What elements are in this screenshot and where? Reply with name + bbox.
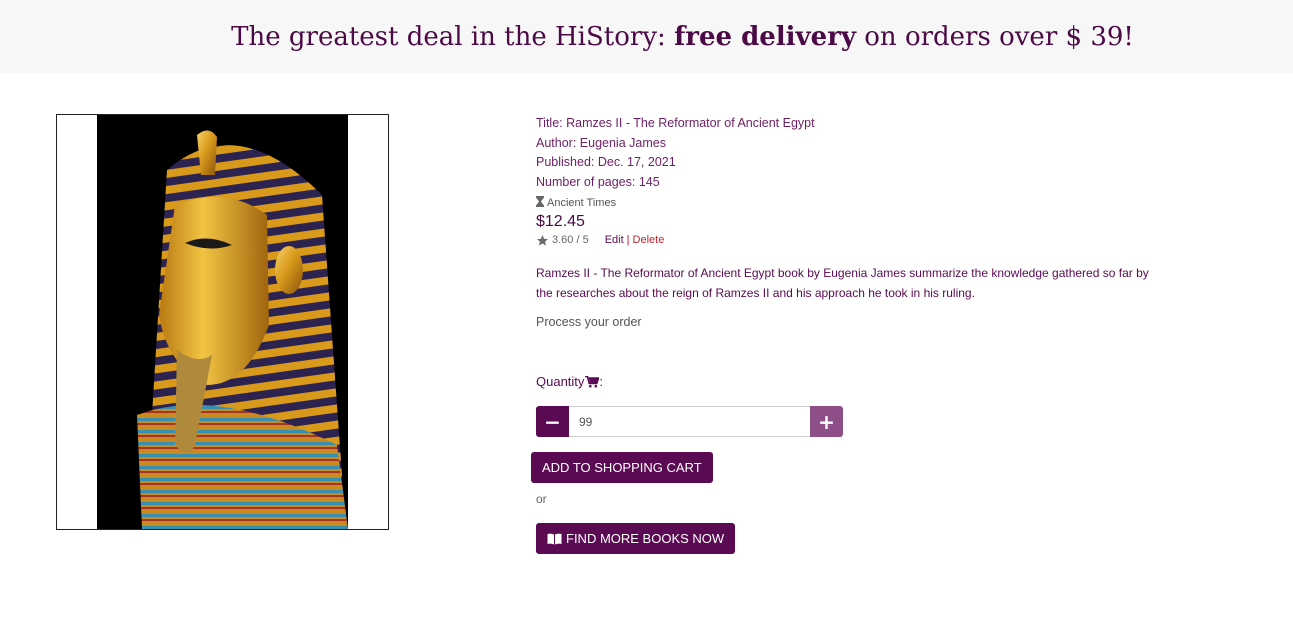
open-book-icon (547, 533, 562, 545)
quantity-label-suffix: : (599, 374, 604, 389)
increase-quantity-button[interactable]: + (810, 406, 843, 437)
shopping-cart-icon (585, 375, 600, 388)
promo-text-before: The greatest deal in the HiStory: (231, 21, 675, 52)
or-separator: or (536, 492, 547, 506)
book-cover-image (97, 115, 348, 529)
book-title: Title: Ramzes II - The Reformator of Anc… (536, 116, 815, 130)
book-pages: Number of pages: 145 (536, 174, 660, 189)
promo-banner-text: The greatest deal in the HiStory: free d… (159, 22, 1134, 52)
hourglass-icon (536, 196, 544, 210)
find-more-books-button[interactable]: FIND MORE BOOKS NOW (536, 523, 736, 554)
book-category[interactable]: Ancient Times (536, 195, 1176, 211)
promo-banner: The greatest deal in the HiStory: free d… (0, 0, 1293, 73)
find-more-books-label: FIND MORE BOOKS NOW (566, 531, 725, 546)
star-icon (536, 234, 549, 247)
promo-text-bold: free delivery (674, 21, 857, 52)
decrease-quantity-button[interactable]: − (536, 406, 569, 437)
book-cover-frame (56, 114, 389, 530)
book-author: Author: Eugenia James (536, 135, 666, 150)
rating-value: 3.60 / 5 (552, 234, 589, 246)
quantity-input[interactable] (569, 406, 810, 437)
delete-link[interactable]: Delete (633, 234, 665, 246)
book-price: $12.45 (536, 213, 585, 230)
book-published: Published: Dec. 17, 2021 (536, 155, 676, 169)
book-details: Title: Ramzes II - The Reformator of Anc… (531, 114, 1176, 554)
quantity-label: Quantity : (536, 374, 603, 389)
rating-row: 3.60 / 5 Edit | Delete (536, 233, 1176, 247)
quantity-stepper: − + (536, 406, 843, 437)
category-label: Ancient Times (547, 197, 617, 209)
promo-text-after: on orders over $ 39! (856, 21, 1134, 52)
process-order-label: Process your order (536, 315, 642, 329)
link-separator: | (626, 234, 630, 246)
book-description: Ramzes II - The Reformator of Ancient Eg… (536, 266, 1149, 300)
edit-link[interactable]: Edit (605, 234, 624, 246)
quantity-label-text: Quantity (536, 374, 585, 389)
add-to-cart-button[interactable]: ADD TO SHOPPING CART (531, 452, 713, 483)
